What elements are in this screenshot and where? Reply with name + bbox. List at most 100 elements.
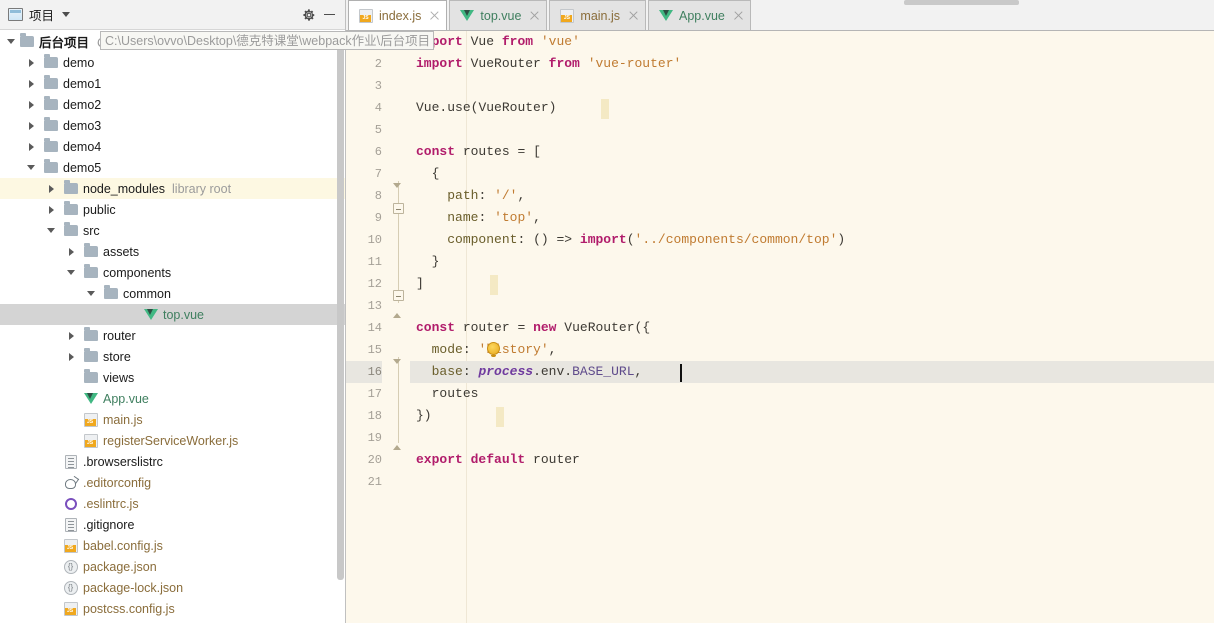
chevron-down-icon[interactable] xyxy=(4,39,18,44)
editor-area: index.js top.vue main.js App.vue 12 3 4 5 6 7 8 9 1… xyxy=(346,0,1214,623)
line-number: 20 xyxy=(367,453,382,467)
tree-row-common[interactable]: common xyxy=(0,283,345,304)
editor-tabs: index.js top.vue main.js App.vue xyxy=(348,0,753,30)
chevron-down-icon[interactable] xyxy=(24,165,38,170)
vue-file-icon xyxy=(658,8,674,24)
tree-row-src[interactable]: src xyxy=(0,220,345,241)
js-file-icon xyxy=(62,538,79,554)
chevron-down-icon[interactable] xyxy=(84,291,98,296)
folder-icon xyxy=(42,117,59,134)
chevron-right-icon[interactable] xyxy=(44,206,58,214)
chevron-right-icon[interactable] xyxy=(64,332,78,340)
minimize-icon xyxy=(323,13,335,16)
editorconfig-icon xyxy=(62,475,79,491)
close-icon[interactable] xyxy=(529,10,540,21)
tree-row-node-modules[interactable]: node_modules library root xyxy=(0,178,345,199)
tree-row-demo3[interactable]: demo3 xyxy=(0,115,345,136)
line-number: 2 xyxy=(374,57,382,71)
fold-box-icon[interactable] xyxy=(393,203,404,214)
text-file-icon xyxy=(62,517,79,533)
editor-tab-main-js[interactable]: main.js xyxy=(549,0,646,30)
chevron-down-icon[interactable] xyxy=(44,228,58,233)
tree-row-app-vue[interactable]: App.vue xyxy=(0,388,345,409)
tree-row-assets[interactable]: assets xyxy=(0,241,345,262)
tree-row-demo1[interactable]: demo1 xyxy=(0,73,345,94)
folder-icon xyxy=(42,96,59,113)
eslint-icon xyxy=(62,496,79,512)
close-icon[interactable] xyxy=(628,10,639,21)
project-tree: 后台项目 C:\Users\ovvo\Desktop\德克特课堂\webpack… xyxy=(0,30,345,619)
chevron-right-icon[interactable] xyxy=(24,101,38,109)
code-line: import VueRouter from 'vue-router' xyxy=(416,56,682,71)
line-number: 13 xyxy=(367,299,382,313)
code-text-area[interactable]: import Vue from 'vue' import VueRouter fr… xyxy=(410,31,1214,623)
tree-row--browserslistrc[interactable]: .browserslistrc xyxy=(0,451,345,472)
code-line: const router = new VueRouter({ xyxy=(416,320,651,335)
tree-row-demo4[interactable]: demo4 xyxy=(0,136,345,157)
editor-tab-top-vue[interactable]: top.vue xyxy=(449,0,548,30)
tree-row-registerserviceworker-js[interactable]: registerServiceWorker.js xyxy=(0,430,345,451)
editor-body[interactable]: 123456789101112131415161718192021 import… xyxy=(346,31,1214,623)
tree-row-babel-config-js[interactable]: babel.config.js xyxy=(0,535,345,556)
tree-row-postcss-config-js[interactable]: postcss.config.js xyxy=(0,598,345,619)
tree-row-router[interactable]: router xyxy=(0,325,345,346)
tree-row-demo2[interactable]: demo2 xyxy=(0,94,345,115)
tree-row--gitignore[interactable]: .gitignore xyxy=(0,514,345,535)
close-icon[interactable] xyxy=(733,10,744,21)
chevron-right-icon[interactable] xyxy=(24,143,38,151)
chevron-down-icon[interactable] xyxy=(64,270,78,275)
tree-row--editorconfig[interactable]: .editorconfig xyxy=(0,472,345,493)
tree-item-label: .eslintrc.js xyxy=(83,496,139,511)
tree-row-store[interactable]: store xyxy=(0,346,345,367)
tree-row--eslintrc-js[interactable]: .eslintrc.js xyxy=(0,493,345,514)
chevron-right-icon[interactable] xyxy=(44,185,58,193)
fold-arrow-icon[interactable] xyxy=(392,183,401,188)
settings-button[interactable] xyxy=(299,5,319,25)
tree-row-components[interactable]: components xyxy=(0,262,345,283)
tree-row-package-json[interactable]: package.json xyxy=(0,556,345,577)
tree-row-package-lock-json[interactable]: package-lock.json xyxy=(0,577,345,598)
tree-row-public[interactable]: public xyxy=(0,199,345,220)
tree-row-main-js[interactable]: main.js xyxy=(0,409,345,430)
fold-box-icon[interactable] xyxy=(393,290,404,301)
code-folding-gutter[interactable] xyxy=(388,31,410,623)
json-file-icon xyxy=(62,559,79,575)
tree-row-demo5[interactable]: demo5 xyxy=(0,157,345,178)
editor-tab-index-js[interactable]: index.js xyxy=(348,0,448,30)
tree-row-demo[interactable]: demo xyxy=(0,52,345,73)
horizontal-scrollbar-fragment[interactable] xyxy=(904,0,1019,5)
intention-bulb-icon[interactable] xyxy=(487,342,500,357)
folder-icon xyxy=(62,201,79,218)
folder-icon xyxy=(42,138,59,155)
tree-item-label: node_modules xyxy=(83,181,166,196)
fold-arrow-icon[interactable] xyxy=(392,313,401,318)
code-line: path: '/', xyxy=(447,188,526,203)
chevron-right-icon[interactable] xyxy=(64,353,78,361)
code-line: { xyxy=(431,166,440,181)
line-number: 12 xyxy=(367,277,382,291)
tree-row-top-vue[interactable]: top.vue xyxy=(0,304,345,325)
minimize-button[interactable] xyxy=(319,5,339,25)
project-tree-scroll-area[interactable]: 后台项目 C:\Users\ovvo\Desktop\德克特课堂\webpack… xyxy=(0,30,345,623)
chevron-right-icon[interactable] xyxy=(24,59,38,67)
code-line: routes xyxy=(431,386,479,401)
tree-item-label: demo5 xyxy=(63,160,102,175)
project-path-tooltip: C:\Users\ovvo\Desktop\德克特课堂\webpack作业\后台… xyxy=(100,31,435,50)
line-number: 4 xyxy=(374,101,382,115)
project-tool-window-button[interactable]: 项目 xyxy=(8,5,71,24)
line-number: 18 xyxy=(367,409,382,423)
folder-icon xyxy=(42,54,59,71)
tree-row-views[interactable]: views xyxy=(0,367,345,388)
fold-line xyxy=(398,181,399,303)
fold-arrow-icon[interactable] xyxy=(392,445,401,450)
project-panel-scrollbar[interactable] xyxy=(337,32,344,580)
chevron-down-icon[interactable] xyxy=(62,12,71,17)
fold-arrow-icon[interactable] xyxy=(392,359,401,364)
close-icon[interactable] xyxy=(429,10,440,21)
chevron-right-icon[interactable] xyxy=(24,122,38,130)
chevron-right-icon[interactable] xyxy=(64,248,78,256)
chevron-right-icon[interactable] xyxy=(24,80,38,88)
editor-tab-app-vue[interactable]: App.vue xyxy=(648,0,751,30)
